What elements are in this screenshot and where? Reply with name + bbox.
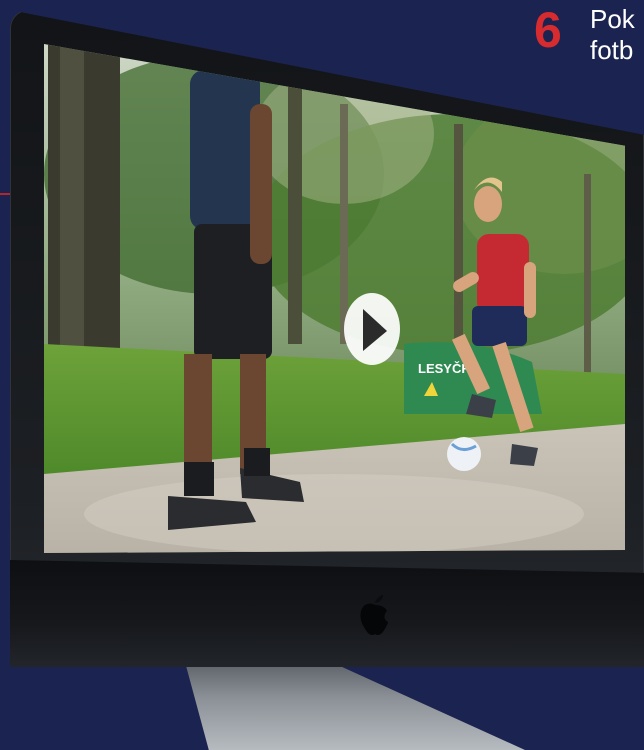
monitor-stand: [185, 662, 525, 750]
monitor-chin: [10, 560, 644, 667]
step-heading: 6 Pok fotb: [534, 2, 644, 62]
step-title-line-2: fotb: [590, 35, 634, 62]
play-button[interactable]: [341, 289, 403, 369]
step-number: 6: [534, 2, 562, 58]
step-title: Pok fotb: [590, 4, 635, 62]
step-title-line-1: Pok: [590, 4, 635, 34]
apple-logo-icon: [360, 595, 388, 635]
